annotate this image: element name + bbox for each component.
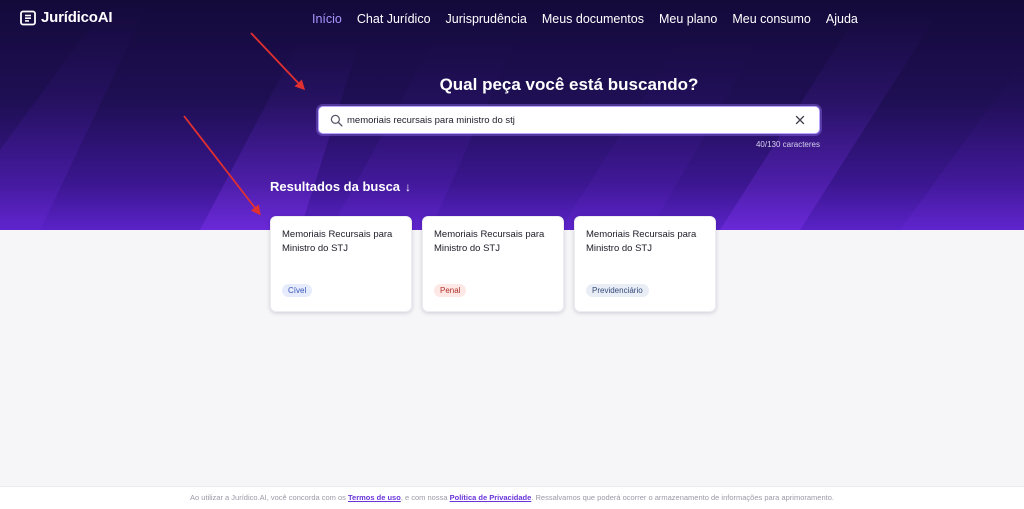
area-tag: Previdenciário xyxy=(586,284,649,297)
results-heading-label: Resultados da busca xyxy=(270,179,401,194)
nav-item-inicio[interactable]: Início xyxy=(312,12,342,26)
top-navbar: JurídicoAI Início Chat Jurídico Jurispru… xyxy=(0,0,1024,38)
privacy-policy-link[interactable]: Política de Privacidade xyxy=(450,493,532,502)
result-card[interactable]: Memoriais Recursais para Ministro do STJ… xyxy=(270,216,412,312)
app-name: JurídicoAI xyxy=(41,9,113,26)
app-logo[interactable]: JurídicoAI xyxy=(20,9,113,26)
search-input[interactable] xyxy=(347,112,787,128)
result-card-title: Memoriais Recursais para Ministro do STJ xyxy=(434,229,545,254)
logo-icon xyxy=(20,10,36,25)
close-icon[interactable] xyxy=(795,115,805,125)
nav-item-chat-juridico[interactable]: Chat Jurídico xyxy=(357,12,431,26)
nav-item-meu-plano[interactable]: Meu plano xyxy=(659,12,717,26)
result-card[interactable]: Memoriais Recursais para Ministro do STJ… xyxy=(574,216,716,312)
area-tag: Cível xyxy=(282,284,313,297)
main-nav: Início Chat Jurídico Jurisprudência Meus… xyxy=(312,12,873,26)
results-heading: Resultados da busca ↓ xyxy=(270,179,411,194)
result-card[interactable]: Memoriais Recursais para Ministro do STJ… xyxy=(422,216,564,312)
nav-item-ajuda[interactable]: Ajuda xyxy=(826,12,858,26)
search-box xyxy=(318,106,820,134)
footer-disclaimer: Ao utilizar a Jurídico.AI, você concorda… xyxy=(0,486,1024,509)
nav-item-meus-documentos[interactable]: Meus documentos xyxy=(542,12,644,26)
footer-text-prefix: Ao utilizar a Jurídico.AI, você concorda… xyxy=(190,493,346,502)
arrow-down-icon: ↓ xyxy=(405,179,412,194)
page-headline: Qual peça você está buscando? xyxy=(439,75,699,94)
result-card-title: Memoriais Recursais para Ministro do STJ xyxy=(586,229,697,254)
terms-of-use-link[interactable]: Termos de uso xyxy=(348,493,401,502)
search-icon xyxy=(330,114,343,127)
footer-text-suffix: . Ressalvamos que poderá ocorrer o armaz… xyxy=(531,493,834,502)
area-tag: Penal xyxy=(434,284,467,297)
result-card-title: Memoriais Recursais para Ministro do STJ xyxy=(282,229,393,254)
nav-item-jurisprudencia[interactable]: Jurisprudência xyxy=(446,12,527,26)
footer-text-middle: , e com nossa xyxy=(400,493,448,502)
character-counter: 40/130 caracteres xyxy=(755,140,820,149)
nav-item-meu-consumo[interactable]: Meu consumo xyxy=(732,12,811,26)
